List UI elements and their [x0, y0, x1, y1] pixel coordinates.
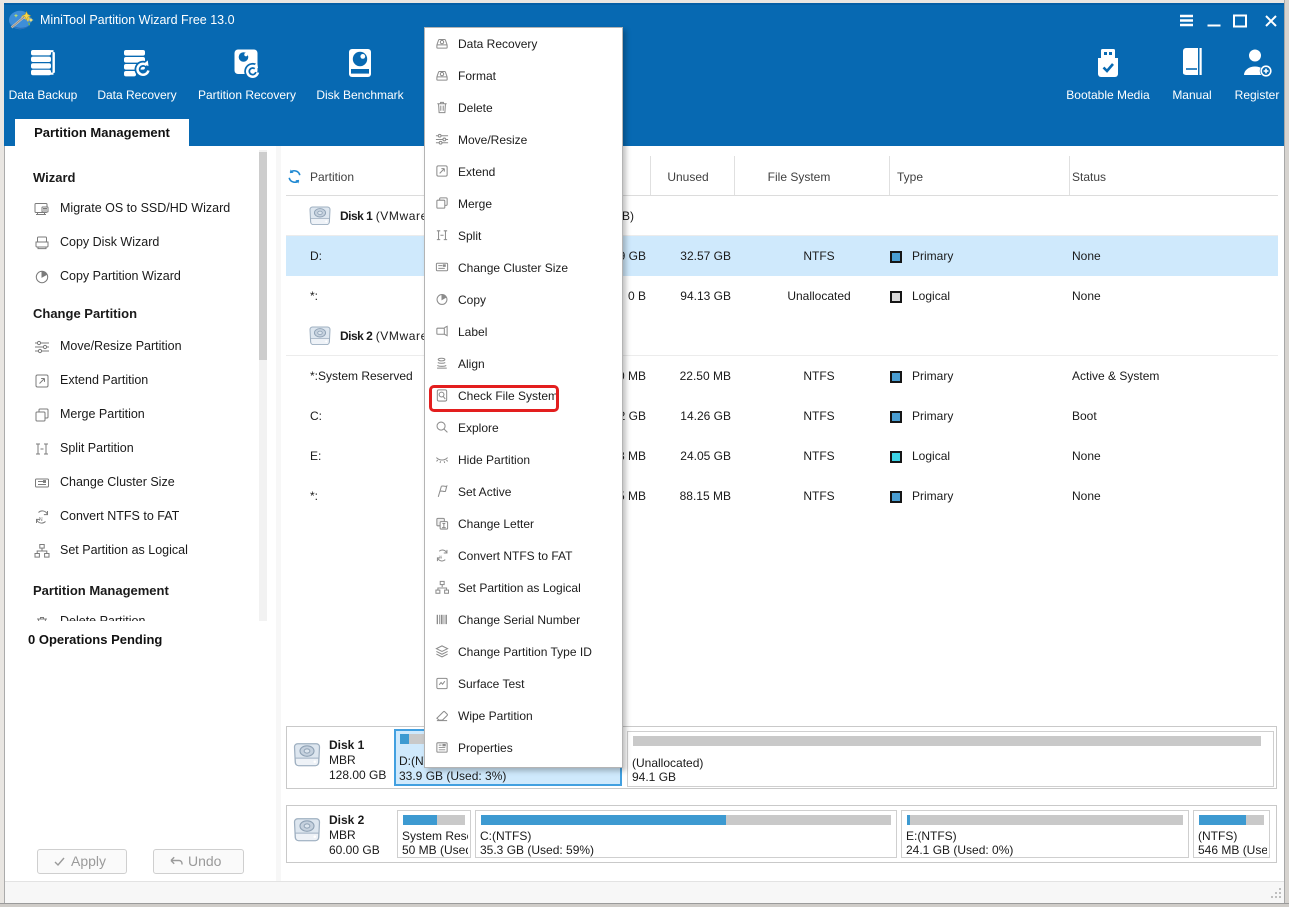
svg-text:N: N: [39, 517, 43, 523]
svg-text:N: N: [439, 555, 442, 560]
